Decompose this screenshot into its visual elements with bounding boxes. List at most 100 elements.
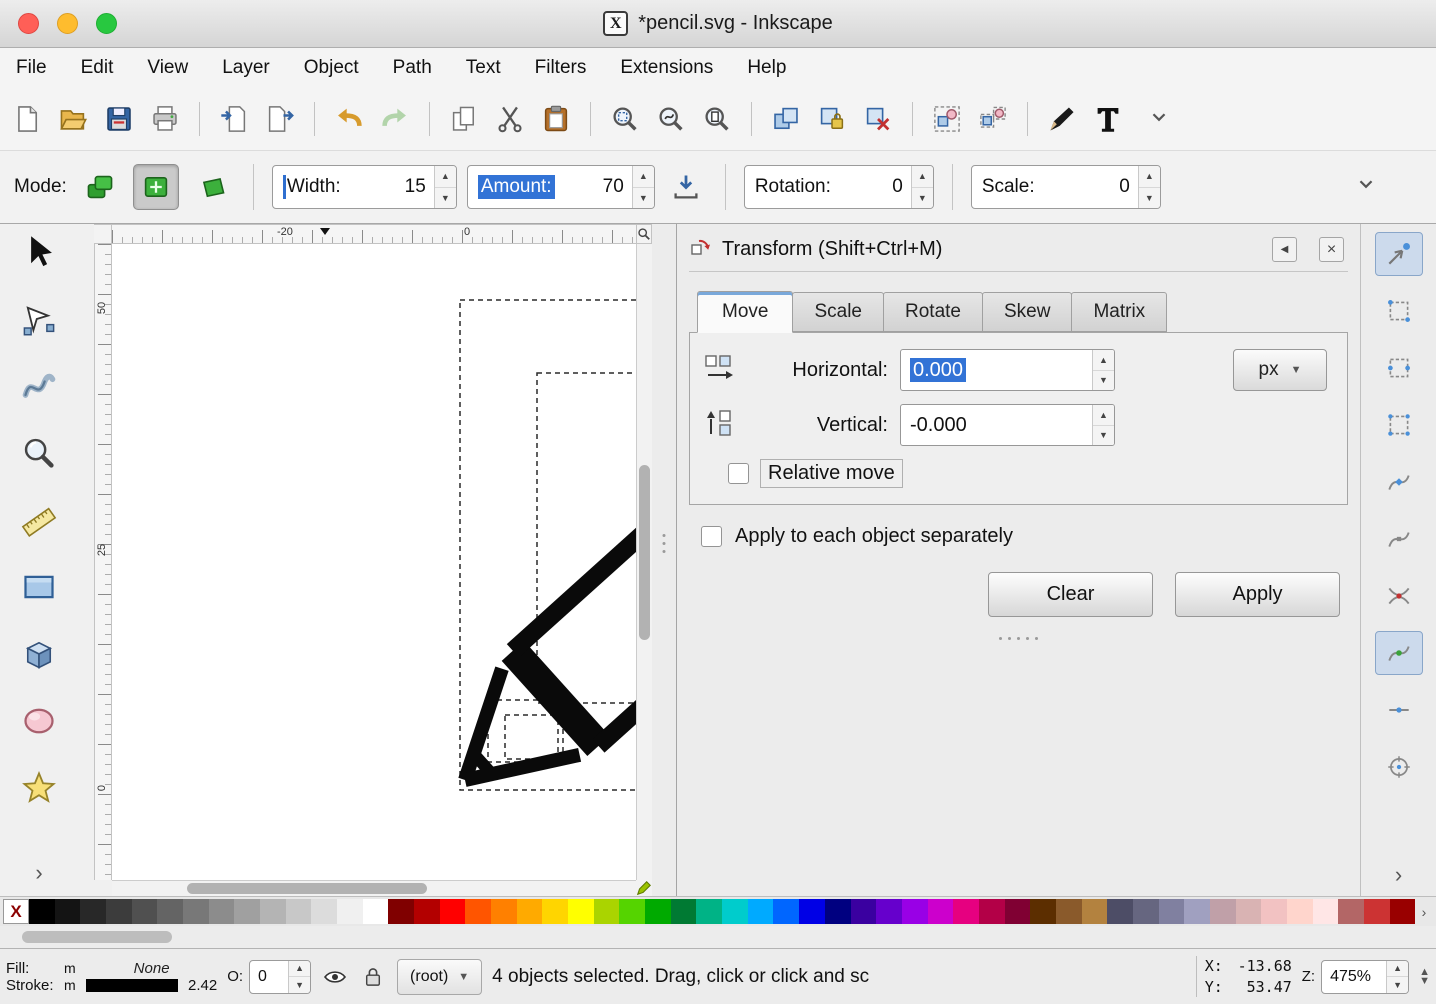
horizontal-scrollbar[interactable] <box>112 880 636 896</box>
palette-swatch[interactable] <box>542 899 568 924</box>
divider-grip[interactable] <box>663 534 666 553</box>
palette-swatch[interactable] <box>671 899 697 924</box>
panel-resize-grip[interactable] <box>999 637 1038 640</box>
palette-swatch[interactable] <box>465 899 491 924</box>
palette-none-swatch[interactable]: X <box>3 899 29 924</box>
fill-stroke-indicator[interactable]: Fill: m None Stroke: m 2.42 <box>6 960 217 994</box>
palette-swatch[interactable] <box>799 899 825 924</box>
vertical-spinner[interactable]: ▲▼ <box>1092 405 1114 445</box>
undo-icon[interactable] <box>328 98 370 140</box>
width-spinbox[interactable]: Width: 15 ▲▼ <box>272 165 457 209</box>
palette-swatch[interactable] <box>260 899 286 924</box>
statusbar-chevron-icon[interactable]: ▲▼ <box>1419 968 1430 986</box>
layer-dropdown[interactable]: (root) ▼ <box>397 959 482 995</box>
snap-paths-icon[interactable] <box>1375 517 1423 561</box>
palette-swatch[interactable] <box>311 899 337 924</box>
palette-swatch[interactable] <box>29 899 55 924</box>
palette-swatch[interactable] <box>1390 899 1416 924</box>
palette-swatch[interactable] <box>851 899 877 924</box>
use-pressure-icon[interactable] <box>665 166 707 208</box>
menu-extensions[interactable]: Extensions <box>620 57 713 79</box>
snap-midpoints-icon[interactable] <box>1375 688 1423 732</box>
menu-filters[interactable]: Filters <box>535 57 587 79</box>
palette-swatch[interactable] <box>773 899 799 924</box>
minimize-window-button[interactable] <box>57 13 78 34</box>
opacity-spinbox[interactable]: 0 ▲▼ <box>249 960 311 994</box>
panel-back-button[interactable]: ◀ <box>1272 237 1297 262</box>
snap-bbox-corners-icon[interactable] <box>1375 403 1423 447</box>
palette-swatch[interactable] <box>1030 899 1056 924</box>
zoom-drawing-icon[interactable] <box>650 98 692 140</box>
tab-matrix[interactable]: Matrix <box>1071 292 1167 332</box>
options-overflow-chevron-icon[interactable] <box>1354 172 1378 202</box>
palette-swatch[interactable] <box>1364 899 1390 924</box>
snap-smooth-nodes-icon[interactable] <box>1375 631 1423 675</box>
clear-button[interactable]: Clear <box>988 572 1153 617</box>
palette-swatch[interactable] <box>722 899 748 924</box>
palette-swatch[interactable] <box>1236 899 1262 924</box>
tab-rotate[interactable]: Rotate <box>883 292 983 332</box>
palette-swatch[interactable] <box>1082 899 1108 924</box>
palette-swatch[interactable] <box>157 899 183 924</box>
copy-icon[interactable] <box>443 98 485 140</box>
selector-tool-icon[interactable] <box>13 232 65 272</box>
menu-help[interactable]: Help <box>747 57 786 79</box>
palette-swatch[interactable] <box>979 899 1005 924</box>
vertical-scrollbar[interactable] <box>636 244 652 880</box>
palette-swatch[interactable] <box>594 899 620 924</box>
toolbox-expander-chevron-icon[interactable]: › <box>35 860 42 886</box>
create-clone-icon[interactable] <box>811 98 853 140</box>
node-editor-tool-icon[interactable] <box>13 299 65 339</box>
cut-icon[interactable] <box>489 98 531 140</box>
snapbar-expander-chevron-icon[interactable]: › <box>1395 862 1402 888</box>
tweak-tool-icon[interactable] <box>13 366 65 406</box>
palette-swatch[interactable] <box>928 899 954 924</box>
apply-each-checkbox[interactable] <box>701 526 722 547</box>
menu-file[interactable]: File <box>16 57 47 79</box>
measure-tool-icon[interactable] <box>13 500 65 540</box>
palette-scrollbar[interactable] <box>0 926 1436 948</box>
horizontal-input[interactable]: 0.000 ▲▼ <box>900 349 1115 391</box>
ungroup-icon[interactable] <box>972 98 1014 140</box>
layer-lock-icon[interactable] <box>359 962 387 992</box>
open-document-icon[interactable] <box>52 98 94 140</box>
palette-swatch[interactable] <box>1005 899 1031 924</box>
opacity-spinner[interactable]: ▲▼ <box>288 961 310 993</box>
import-icon[interactable] <box>213 98 255 140</box>
unlink-clone-icon[interactable] <box>857 98 899 140</box>
rectangle-tool-icon[interactable] <box>13 567 65 607</box>
menu-edit[interactable]: Edit <box>81 57 114 79</box>
redo-icon[interactable] <box>374 98 416 140</box>
zoom-region-icon[interactable] <box>636 224 652 244</box>
palette-swatch[interactable] <box>491 899 517 924</box>
new-document-icon[interactable] <box>6 98 48 140</box>
menu-text[interactable]: Text <box>466 57 501 79</box>
zoom-selection-icon[interactable] <box>604 98 646 140</box>
palette-swatch[interactable] <box>286 899 312 924</box>
tweak-jitter-mode-icon[interactable] <box>189 164 235 210</box>
fill-value[interactable]: None <box>86 960 217 977</box>
zoom-spinbox[interactable]: 475% ▲▼ <box>1321 960 1409 994</box>
amount-spinner[interactable]: ▲▼ <box>632 166 654 208</box>
rotation-spinbox[interactable]: Rotation: 0 ▲▼ <box>744 165 934 209</box>
panel-close-button[interactable]: × <box>1319 237 1344 262</box>
menu-path[interactable]: Path <box>393 57 432 79</box>
palette-swatch[interactable] <box>696 899 722 924</box>
palette-swatch[interactable] <box>953 899 979 924</box>
vertical-input[interactable]: -0.000 ▲▼ <box>900 404 1115 446</box>
fill-stroke-dialog-icon[interactable] <box>1041 98 1083 140</box>
palette-swatch[interactable] <box>440 899 466 924</box>
palette-swatch[interactable] <box>1184 899 1210 924</box>
palette-swatch[interactable] <box>80 899 106 924</box>
paste-icon[interactable] <box>535 98 577 140</box>
palette-swatch[interactable] <box>645 899 671 924</box>
palette-swatch[interactable] <box>1261 899 1287 924</box>
palette-swatch[interactable] <box>55 899 81 924</box>
unit-dropdown[interactable]: px ▼ <box>1233 349 1327 391</box>
palette-swatch[interactable] <box>183 899 209 924</box>
palette-swatch[interactable] <box>414 899 440 924</box>
tab-move[interactable]: Move <box>697 291 793 333</box>
toolbar-overflow-chevron-icon[interactable] <box>1147 105 1171 134</box>
snap-bounding-box-icon[interactable] <box>1375 289 1423 333</box>
snap-nodes-icon[interactable] <box>1375 460 1423 504</box>
